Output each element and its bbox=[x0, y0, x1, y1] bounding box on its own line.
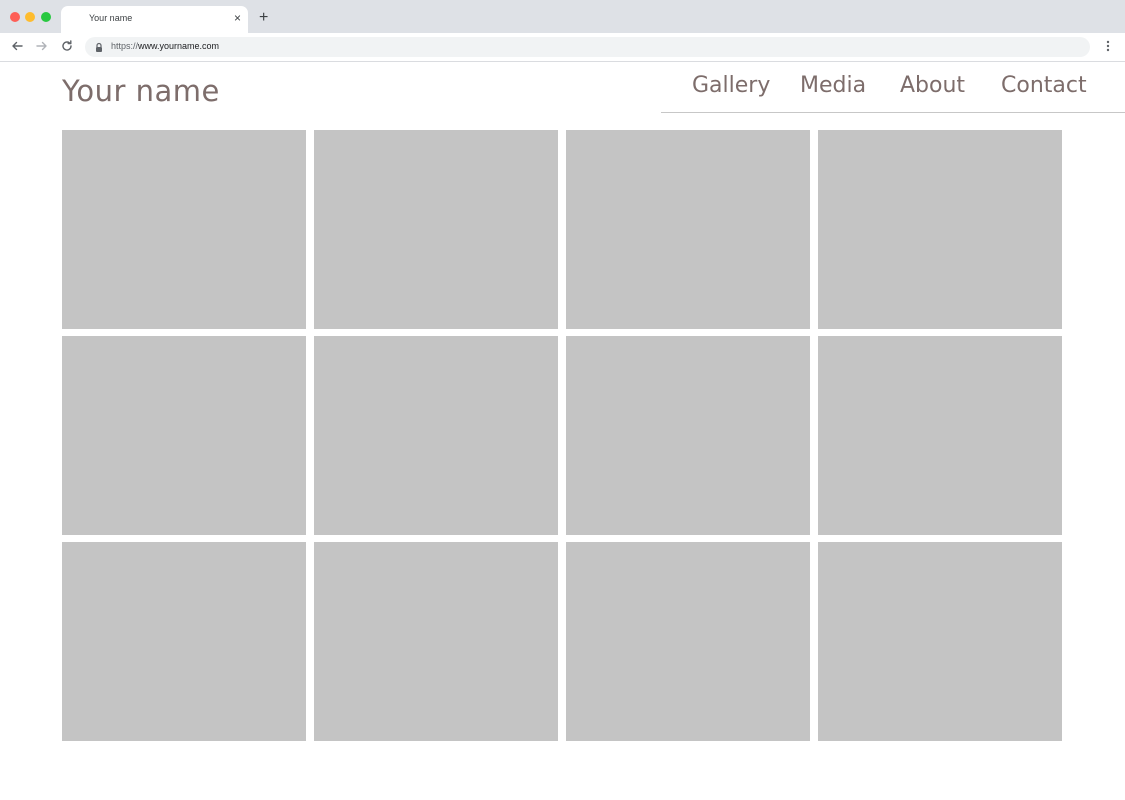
gallery-image-placeholder[interactable] bbox=[314, 542, 558, 741]
url-text: https://www.yourname.com bbox=[111, 41, 219, 51]
forward-arrow-icon[interactable] bbox=[34, 38, 50, 54]
back-arrow-icon[interactable] bbox=[9, 38, 25, 54]
more-vertical-icon[interactable] bbox=[1103, 40, 1113, 54]
browser-window: Your name × + https://www.yourname.com Y… bbox=[0, 0, 1125, 800]
nav-link-gallery[interactable]: Gallery bbox=[692, 73, 770, 98]
gallery-image-placeholder[interactable] bbox=[566, 336, 810, 535]
gallery-image-placeholder[interactable] bbox=[314, 336, 558, 535]
gallery-image-placeholder[interactable] bbox=[566, 542, 810, 741]
site-navigation: Gallery Media About Contact bbox=[661, 62, 1125, 113]
close-window-button[interactable] bbox=[10, 12, 20, 22]
address-bar[interactable]: https://www.yourname.com bbox=[85, 37, 1090, 57]
gallery-image-placeholder[interactable] bbox=[818, 130, 1062, 329]
tab-title: Your name bbox=[89, 13, 133, 23]
browser-tab[interactable]: Your name × bbox=[61, 6, 248, 33]
close-tab-icon[interactable]: × bbox=[234, 11, 241, 25]
maximize-window-button[interactable] bbox=[41, 12, 51, 22]
url-host: www.yourname.com bbox=[138, 41, 220, 51]
gallery-image-placeholder[interactable] bbox=[62, 130, 306, 329]
browser-toolbar: https://www.yourname.com bbox=[0, 33, 1125, 62]
nav-link-media[interactable]: Media bbox=[800, 73, 866, 98]
reload-icon[interactable] bbox=[59, 38, 75, 54]
nav-link-contact[interactable]: Contact bbox=[1001, 73, 1087, 98]
gallery-image-placeholder[interactable] bbox=[566, 130, 810, 329]
gallery-image-placeholder[interactable] bbox=[62, 336, 306, 535]
url-scheme: https:// bbox=[111, 41, 139, 51]
new-tab-button[interactable]: + bbox=[259, 9, 268, 27]
gallery-grid bbox=[62, 130, 1064, 742]
minimize-window-button[interactable] bbox=[25, 12, 35, 22]
site-title[interactable]: Your name bbox=[62, 74, 220, 108]
gallery-image-placeholder[interactable] bbox=[818, 336, 1062, 535]
nav-link-about[interactable]: About bbox=[900, 73, 965, 98]
gallery-image-placeholder[interactable] bbox=[62, 542, 306, 741]
gallery-image-placeholder[interactable] bbox=[314, 130, 558, 329]
gallery-image-placeholder[interactable] bbox=[818, 542, 1062, 741]
tab-strip: Your name × + bbox=[0, 0, 1125, 33]
lock-icon bbox=[94, 41, 104, 53]
